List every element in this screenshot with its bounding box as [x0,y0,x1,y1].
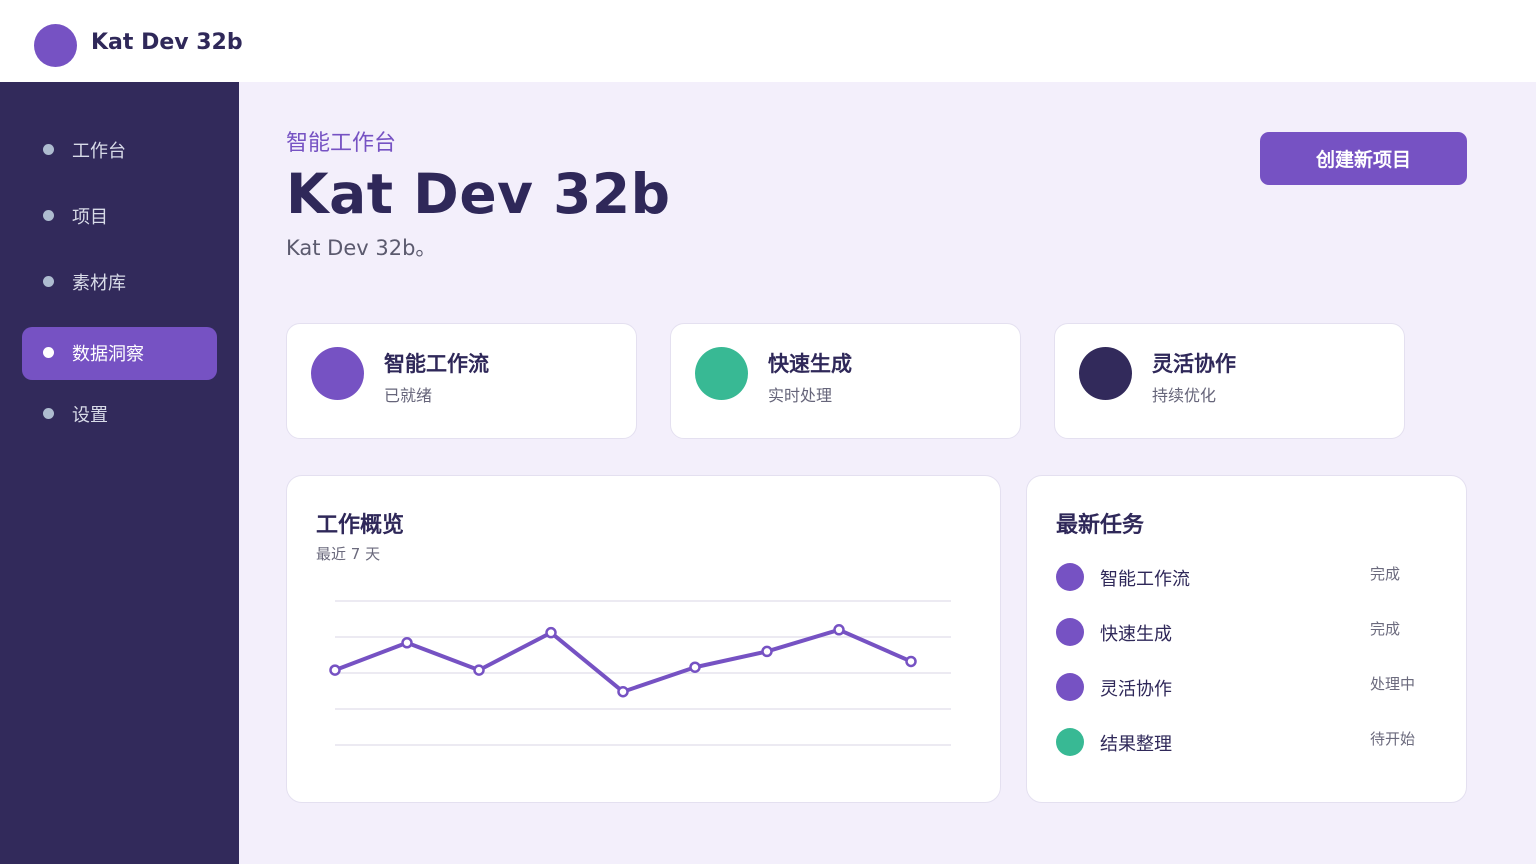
line-chart [329,600,951,746]
page-subtitle: Kat Dev 32b。 [286,236,437,260]
overview-panel: 工作概览 最近 7 天 [286,475,1001,803]
stat-title: 快速生成 [768,352,852,376]
tasks-panel: 最新任务 智能工作流 完成 快速生成 完成 灵活协作 处理中 结果整理 待开始 [1026,475,1467,803]
top-bar: Kat Dev 32b [0,0,1536,82]
sidebar-item-label: 素材库 [72,273,126,294]
task-row[interactable]: 智能工作流 完成 [1056,560,1436,592]
sidebar-item-settings[interactable]: 设置 [22,388,217,441]
chart-point [617,685,629,698]
circle-icon [311,347,364,400]
stat-card-workflow[interactable]: 智能工作流 已就绪 [286,323,637,439]
stat-card-generate[interactable]: 快速生成 实时处理 [670,323,1021,439]
task-status-dot [1056,728,1084,756]
chart-point [689,661,701,673]
bullet-icon [43,144,54,155]
bullet-icon [43,347,54,358]
circle-icon [695,347,748,400]
task-name: 灵活协作 [1100,679,1172,700]
task-name: 结果整理 [1100,734,1172,755]
create-project-button[interactable]: 创建新项目 [1260,132,1467,185]
sidebar-item-label: 数据洞察 [72,344,144,365]
app-logo [34,24,77,67]
task-name: 智能工作流 [1100,569,1190,590]
sidebar-item-insights[interactable]: 数据洞察 [22,327,217,380]
tasks-title: 最新任务 [1056,513,1145,538]
sidebar-item-label: 工作台 [72,141,126,162]
task-status: 处理中 [1370,675,1416,693]
circle-icon [1079,347,1132,400]
app-title: Kat Dev 32b [91,30,243,55]
stat-title: 智能工作流 [384,352,489,376]
task-name: 快速生成 [1100,624,1172,645]
chart-point [329,664,341,676]
chart-point [473,664,485,676]
sidebar: 工作台 项目 素材库 数据洞察 设置 [0,82,239,864]
task-status-dot [1056,673,1084,701]
bullet-icon [43,276,54,287]
sidebar-item-projects[interactable]: 项目 [22,190,217,243]
task-status-dot [1056,618,1084,646]
chart-point [401,637,413,649]
stat-subtitle: 已就绪 [384,386,433,405]
task-status: 完成 [1370,565,1401,583]
chart-point [545,626,557,639]
bullet-icon [43,408,54,419]
task-row[interactable]: 快速生成 完成 [1056,615,1436,647]
stat-subtitle: 持续优化 [1152,386,1217,405]
bullet-icon [43,210,54,221]
sidebar-item-assets[interactable]: 素材库 [22,256,217,309]
sidebar-item-workbench[interactable]: 工作台 [22,124,217,177]
sidebar-item-label: 设置 [72,405,108,426]
task-row[interactable]: 灵活协作 处理中 [1056,670,1436,702]
stat-title: 灵活协作 [1152,352,1236,376]
chart-point [905,655,917,668]
sidebar-item-label: 项目 [72,207,108,228]
task-row[interactable]: 结果整理 待开始 [1056,725,1436,757]
stat-card-collab[interactable]: 灵活协作 持续优化 [1054,323,1405,439]
chart-point [833,624,845,636]
task-status: 待开始 [1370,730,1416,748]
task-status-dot [1056,563,1084,591]
chart-series-line [334,627,912,694]
page-title: Kat Dev 32b [286,162,671,226]
stat-subtitle: 实时处理 [768,386,833,405]
task-status: 完成 [1370,620,1401,638]
page-eyebrow: 智能工作台 [286,131,397,156]
chart-point [761,645,773,658]
